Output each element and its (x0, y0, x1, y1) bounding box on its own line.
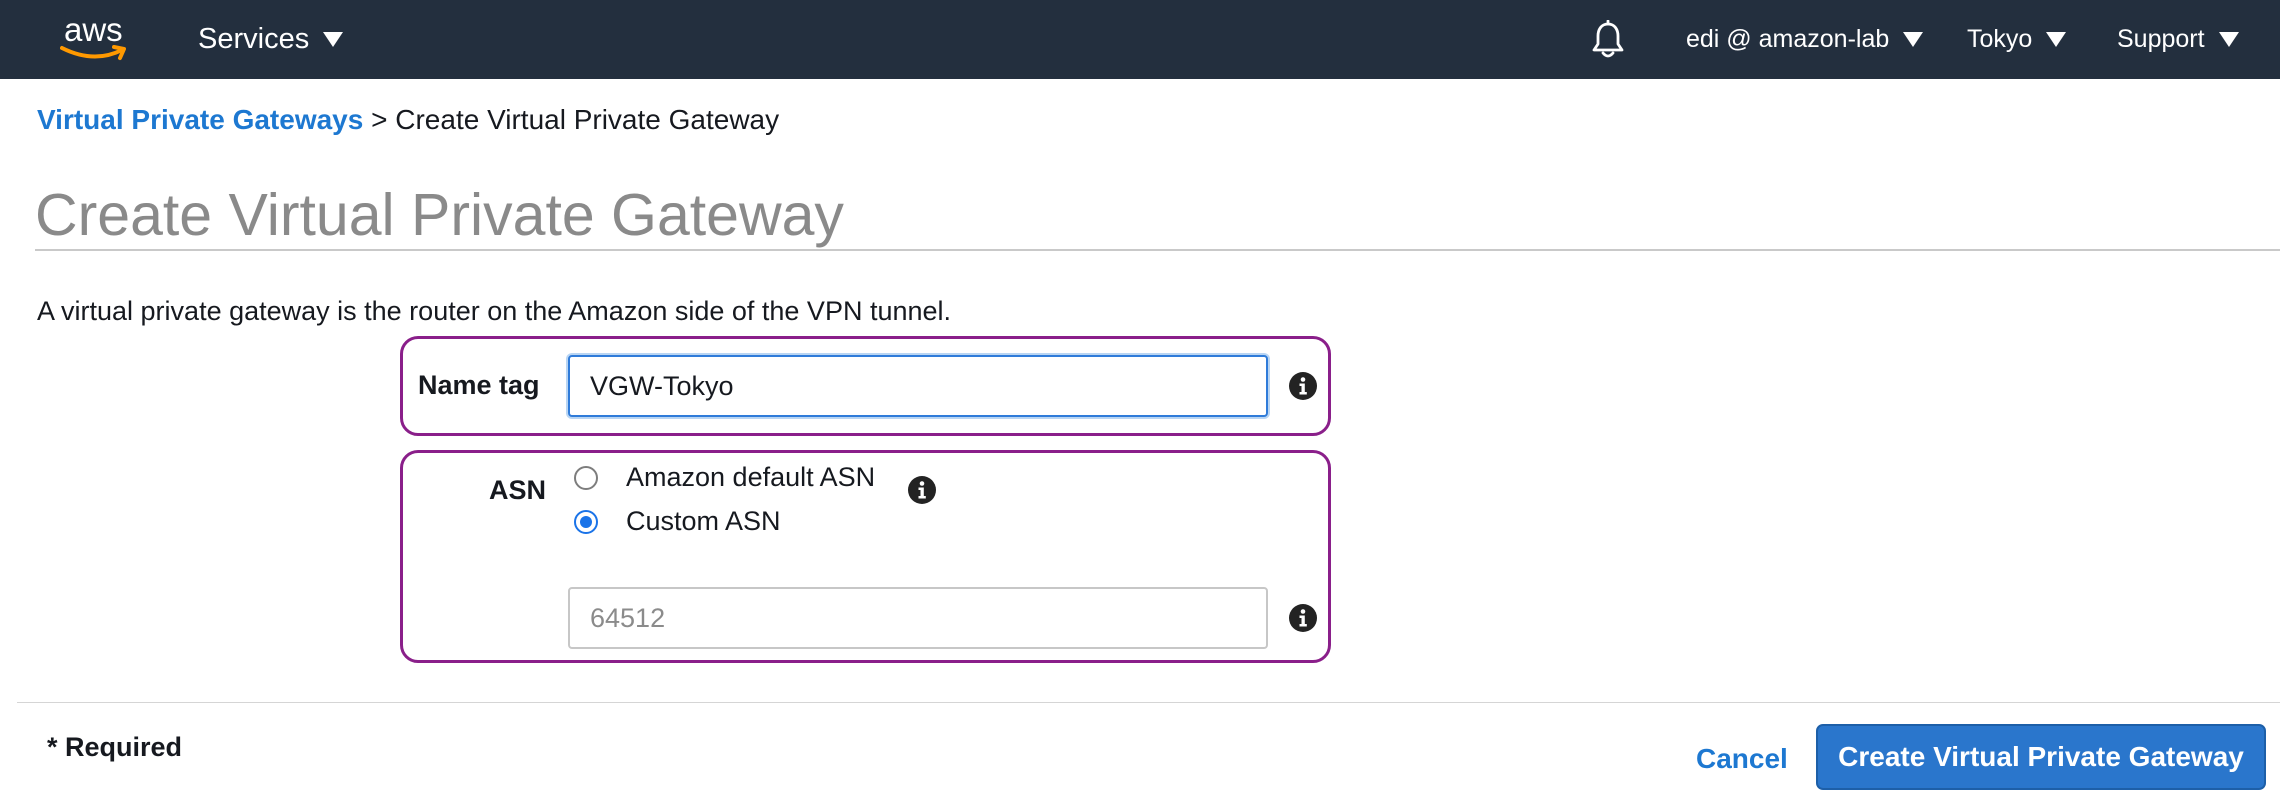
services-menu-label: Services (198, 23, 310, 55)
account-menu-label: edi @ amazon-lab (1686, 25, 1890, 53)
asn-option-custom[interactable]: Custom ASN (574, 506, 781, 537)
info-icon[interactable] (907, 475, 937, 505)
name-tag-label: Name tag (418, 370, 540, 400)
asn-option-label: Custom ASN (626, 506, 781, 536)
create-virtual-private-gateway-button[interactable]: Create Virtual Private Gateway (1816, 724, 2266, 790)
footer-divider (17, 702, 2280, 703)
support-menu[interactable]: Support (2117, 0, 2239, 79)
account-menu[interactable]: edi @ amazon-lab (1686, 0, 1924, 79)
services-menu[interactable]: Services (198, 0, 344, 79)
caret-down-icon (1903, 32, 1924, 47)
caret-down-icon (2046, 32, 2067, 47)
info-icon[interactable] (1288, 371, 1318, 401)
asn-option-label: Amazon default ASN (626, 462, 876, 492)
bell-icon (1592, 19, 1624, 57)
support-menu-label: Support (2117, 25, 2205, 53)
info-icon[interactable] (1288, 603, 1318, 633)
custom-asn-input[interactable] (568, 587, 1268, 649)
required-note: * Required (47, 732, 183, 762)
notifications-button[interactable] (1588, 0, 1628, 79)
cancel-button[interactable]: Cancel (1696, 743, 1788, 775)
region-menu[interactable]: Tokyo (1967, 0, 2067, 79)
caret-down-icon (2218, 32, 2239, 47)
radio-button-checked[interactable] (574, 509, 598, 534)
title-divider (35, 249, 2280, 251)
region-menu-label: Tokyo (1967, 25, 2033, 53)
aws-smile-icon (60, 45, 126, 60)
asn-label: ASN (489, 475, 547, 505)
name-tag-input[interactable] (568, 355, 1268, 417)
asn-option-amazon-default[interactable]: Amazon default ASN (574, 462, 875, 493)
caret-down-icon (323, 32, 344, 47)
page-description: A virtual private gateway is the router … (37, 296, 952, 326)
breadcrumb-separator: > (371, 104, 388, 135)
breadcrumb-current: Create Virtual Private Gateway (395, 104, 780, 135)
page-title: Create Virtual Private Gateway (35, 182, 844, 248)
breadcrumb-parent-link[interactable]: Virtual Private Gateways (37, 104, 363, 135)
breadcrumb: Virtual Private Gateways > Create Virtua… (37, 104, 779, 136)
radio-button-unchecked[interactable] (574, 465, 598, 490)
top-navigation-bar: aws Services edi @ amazon-lab Tokyo Supp… (0, 0, 2280, 79)
aws-logo[interactable]: aws (60, 12, 136, 64)
